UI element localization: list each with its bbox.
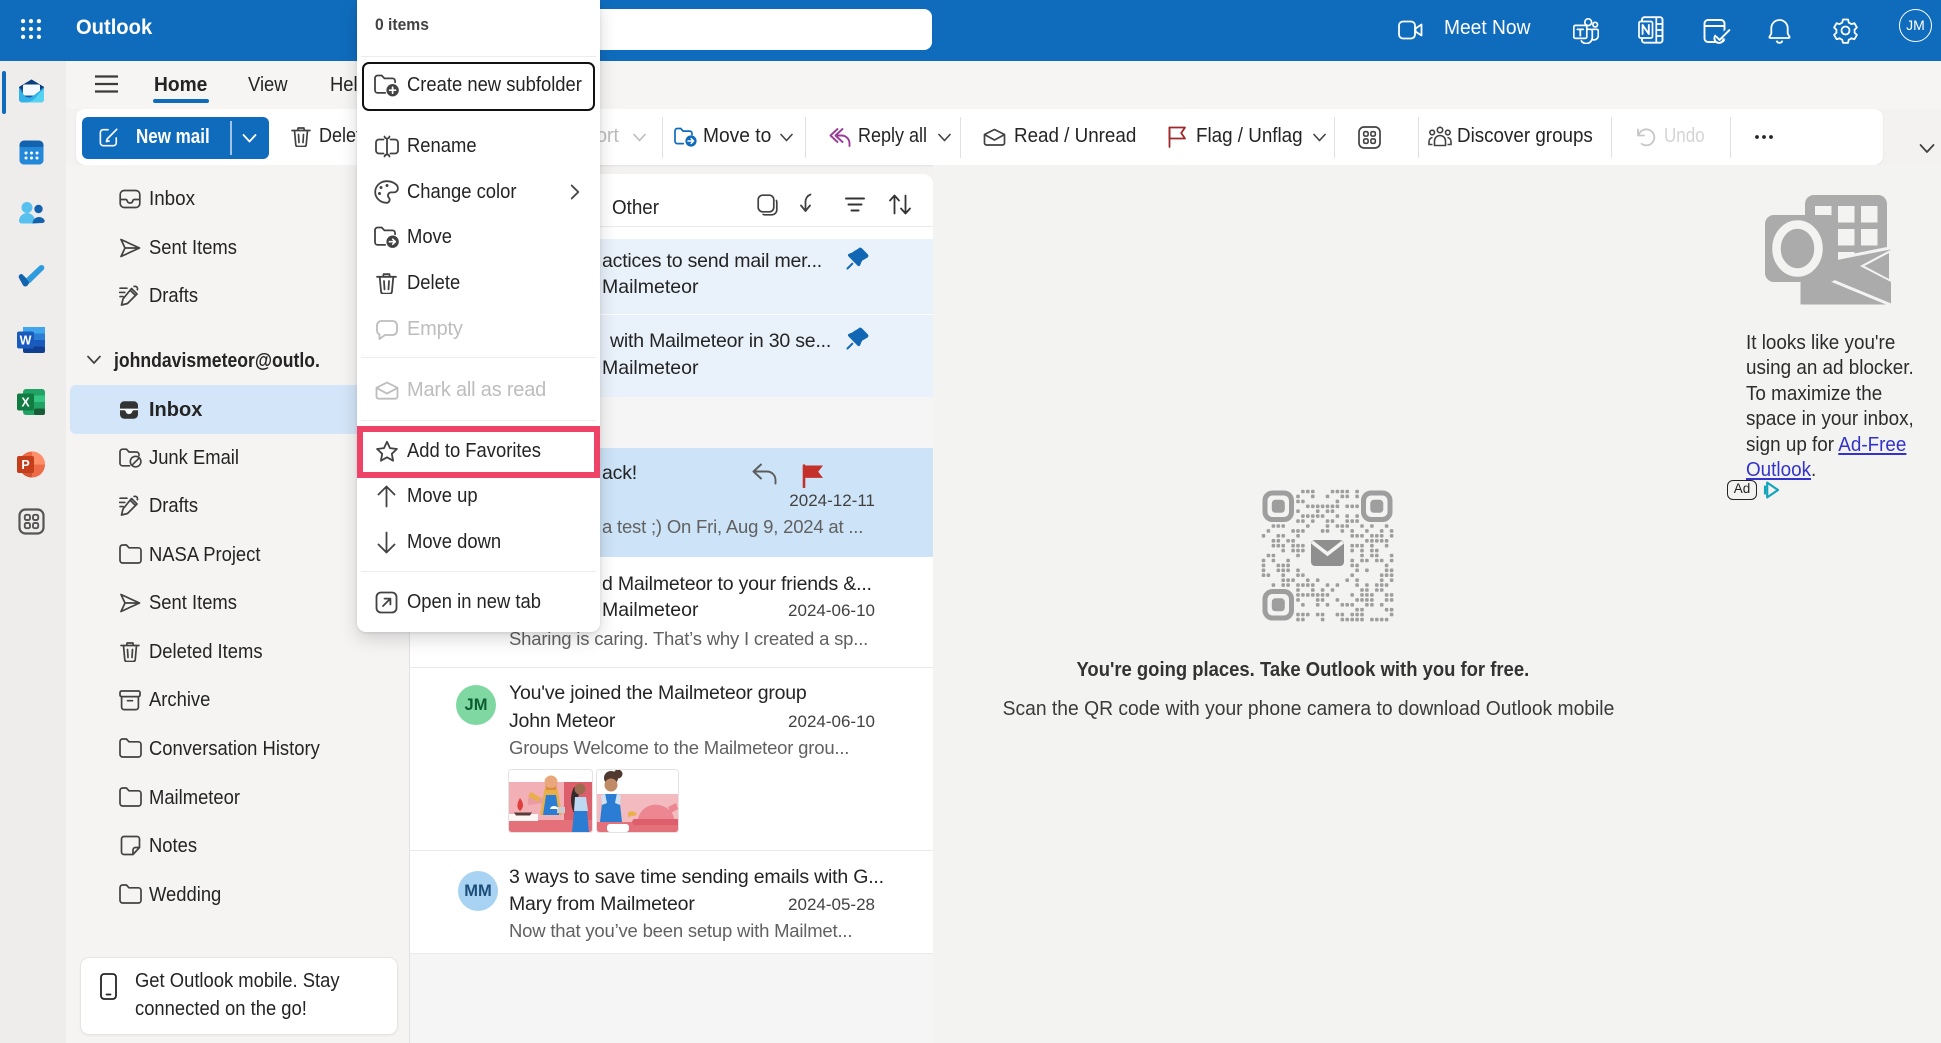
svg-text:X: X — [21, 396, 30, 410]
svg-text:P: P — [21, 458, 29, 472]
svg-text:W: W — [20, 334, 32, 348]
